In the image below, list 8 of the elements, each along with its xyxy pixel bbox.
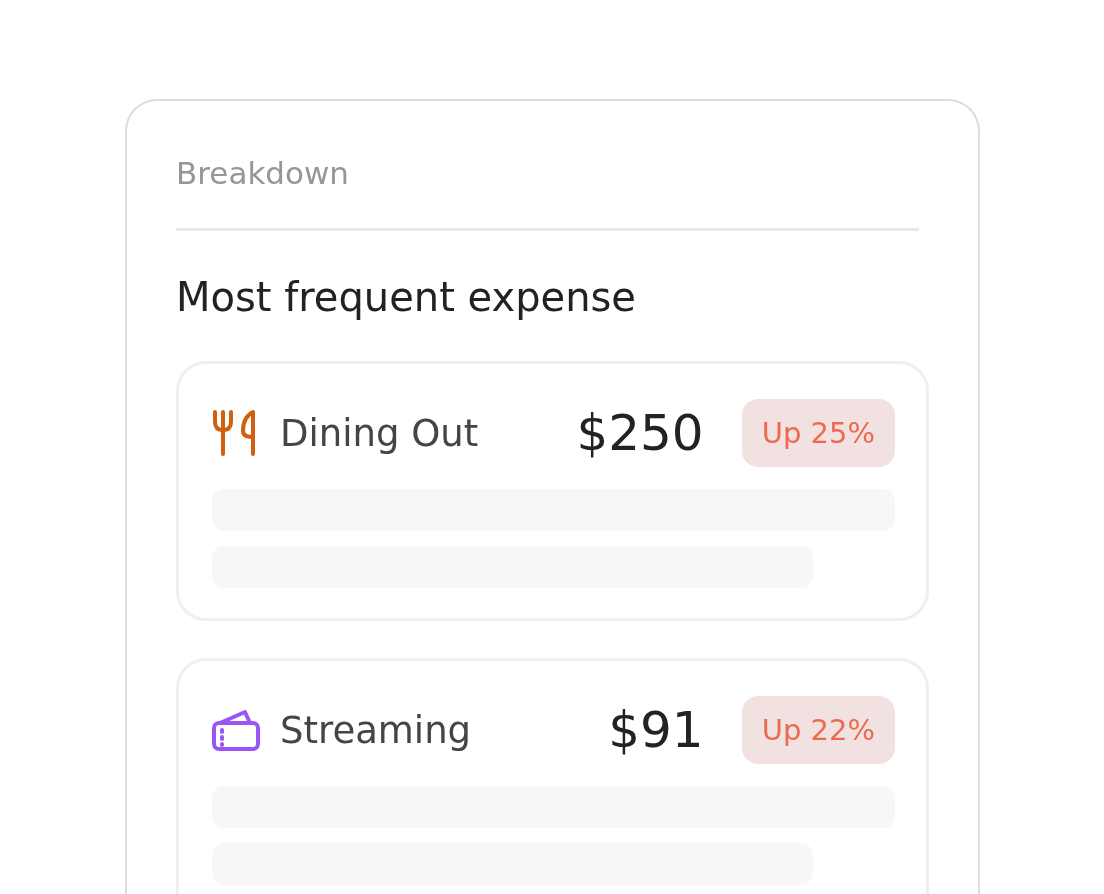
category-label: Dining Out	[280, 411, 480, 455]
panel-title: Breakdown	[176, 154, 350, 193]
category-label: Streaming	[280, 708, 473, 752]
change-badge: Up 25%	[741, 399, 895, 467]
amount-text: $250	[576, 404, 704, 462]
amount-text: $91	[608, 701, 704, 759]
section-heading: Most frequent expense	[176, 273, 637, 321]
change-badge: Up 22%	[741, 696, 895, 764]
